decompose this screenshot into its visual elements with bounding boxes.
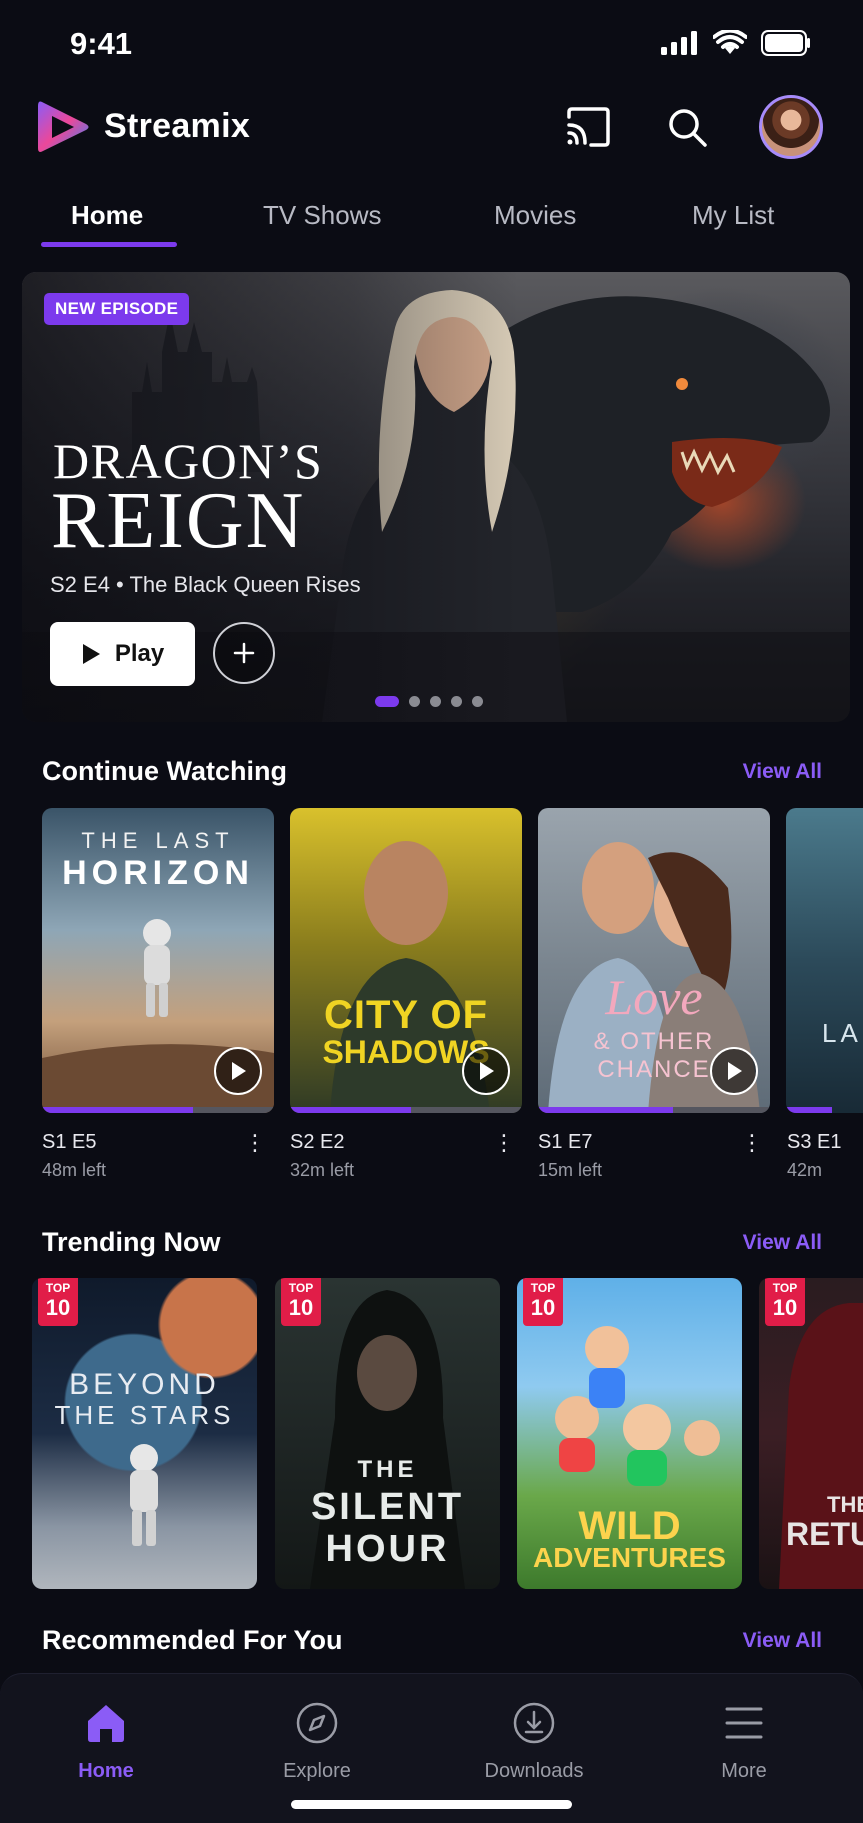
hero-title-line2: REIGN — [51, 477, 306, 565]
nav-explore[interactable]: Explore — [242, 1698, 392, 1783]
poster-title-top: Love — [605, 969, 703, 1025]
poster-title-top: THE LAST — [81, 828, 235, 853]
top10-badge: TOP 10 — [281, 1278, 321, 1326]
recommended-view-all[interactable]: View All — [743, 1629, 822, 1653]
episode-label: S2 E2 — [290, 1131, 345, 1153]
top10-badge: TOP 10 — [523, 1278, 563, 1326]
poster-title-top: BEYOND — [69, 1368, 220, 1401]
search-icon — [669, 109, 707, 147]
nav-more[interactable]: More — [669, 1698, 819, 1783]
new-episode-badge: NEW EPISODE — [44, 293, 190, 325]
more-options-button[interactable]: ⋮ — [244, 1130, 266, 1156]
menu-icon — [725, 1707, 763, 1739]
carousel-dots — [375, 696, 483, 707]
play-button[interactable]: Play — [50, 622, 195, 686]
cast-button[interactable] — [563, 102, 613, 152]
app-header: Streamix — [0, 92, 863, 170]
home-indicator — [291, 1800, 572, 1809]
poster-title-top: CITY OF — [323, 993, 489, 1037]
trending-card[interactable]: TOP 10 BEYOND THE STARS — [32, 1278, 257, 1589]
plus-icon — [233, 642, 255, 664]
profile-avatar[interactable] — [759, 95, 823, 159]
continue-watching-card[interactable]: THE LAST HORIZON — [42, 808, 274, 1113]
tab-my-list[interactable]: My List — [692, 200, 774, 231]
poster-title-main: THE STARS — [54, 1400, 235, 1430]
carousel-dot[interactable] — [430, 696, 441, 707]
progress-bar — [786, 1107, 833, 1113]
episode-label: S1 E5 — [42, 1131, 97, 1153]
nav-label: Downloads — [484, 1760, 584, 1782]
poster-title-top: THE — [827, 1492, 863, 1517]
trending-card[interactable]: TOP10 THE RETU — [759, 1278, 863, 1589]
poster-title-main: RETU — [786, 1516, 863, 1552]
tab-tv-shows[interactable]: TV Shows — [263, 200, 382, 231]
status-bar: 9:41 — [0, 0, 863, 90]
carousel-dot[interactable] — [451, 696, 462, 707]
category-tabs: Home TV Shows Movies My List — [0, 190, 863, 250]
nav-label: Explore — [283, 1760, 351, 1782]
trending-card[interactable]: TOP 10 THE SILENT HOUR — [275, 1278, 500, 1589]
trending-title: Trending Now — [42, 1227, 221, 1257]
play-icon — [232, 1062, 246, 1080]
signal-icon — [661, 31, 697, 55]
continue-watching-title: Continue Watching — [42, 756, 287, 786]
tab-home[interactable]: Home — [71, 200, 143, 231]
add-to-list-button[interactable] — [213, 622, 275, 684]
streamix-logo-icon — [38, 101, 89, 152]
download-icon — [513, 1702, 555, 1744]
poster-title-top: LA — [822, 1018, 862, 1048]
resume-play-button[interactable] — [462, 1047, 510, 1095]
wifi-icon — [713, 30, 747, 54]
tab-movies[interactable]: Movies — [494, 200, 576, 231]
carousel-dot[interactable] — [409, 696, 420, 707]
nav-label: Home — [78, 1760, 134, 1782]
episode-label: S3 E1 — [787, 1131, 842, 1153]
hero-banner[interactable]: NEW EPISODE DRAGON’S REIGN S2 E4 • The B… — [22, 272, 850, 722]
cast-icon — [567, 107, 610, 147]
play-icon — [480, 1062, 494, 1080]
progress-bar — [538, 1107, 673, 1113]
resume-play-button[interactable] — [214, 1047, 262, 1095]
continue-watching-card[interactable]: CITY OF SHADOWS — [290, 808, 522, 1113]
progress-bar — [42, 1107, 193, 1113]
poster-title-main: SILENT HOUR — [310, 1486, 465, 1570]
nav-home[interactable]: Home — [31, 1698, 181, 1783]
continue-watching-view-all[interactable]: View All — [743, 760, 822, 784]
carousel-dot[interactable] — [472, 696, 483, 707]
episode-label: S1 E7 — [538, 1131, 593, 1153]
status-icons — [661, 30, 811, 56]
nav-label: More — [721, 1760, 767, 1782]
continue-watching-card[interactable]: LA — [786, 808, 863, 1113]
top10-badge: TOP 10 — [765, 1278, 805, 1326]
more-options-button[interactable]: ⋮ — [493, 1130, 515, 1156]
active-tab-indicator — [41, 242, 177, 247]
play-button-label: Play — [114, 640, 165, 667]
app-name: Streamix — [104, 107, 251, 145]
status-time: 9:41 — [70, 26, 133, 61]
resume-play-button[interactable] — [710, 1047, 758, 1095]
poster-title-main: HORIZON — [62, 854, 254, 892]
play-icon — [82, 644, 100, 664]
carousel-dot[interactable] — [375, 696, 399, 707]
more-options-button[interactable]: ⋮ — [741, 1130, 763, 1156]
continue-watching-card[interactable]: Love & OTHER CHANCE — [538, 808, 770, 1113]
nav-downloads[interactable]: Downloads — [459, 1698, 609, 1783]
poster-title-top: THE — [357, 1456, 418, 1483]
compass-icon — [296, 1702, 338, 1744]
time-left: 32m left — [290, 1160, 355, 1180]
trending-card[interactable]: TOP 10 WILD ADVENTURES — [517, 1278, 742, 1589]
battery-icon — [761, 30, 810, 56]
play-icon — [728, 1062, 742, 1080]
hero-episode-info: S2 E4 • The Black Queen Rises — [50, 572, 361, 597]
poster-title-main: ADVENTURES — [533, 1542, 726, 1573]
search-button[interactable] — [662, 102, 712, 152]
progress-bar — [290, 1107, 411, 1113]
trending-view-all[interactable]: View All — [743, 1231, 822, 1255]
home-icon — [88, 1705, 124, 1742]
recommended-title: Recommended For You — [42, 1625, 343, 1655]
top10-badge: TOP 10 — [38, 1278, 78, 1326]
time-left: 42m — [787, 1160, 823, 1180]
time-left: 15m left — [538, 1160, 603, 1180]
time-left: 48m left — [42, 1160, 107, 1180]
